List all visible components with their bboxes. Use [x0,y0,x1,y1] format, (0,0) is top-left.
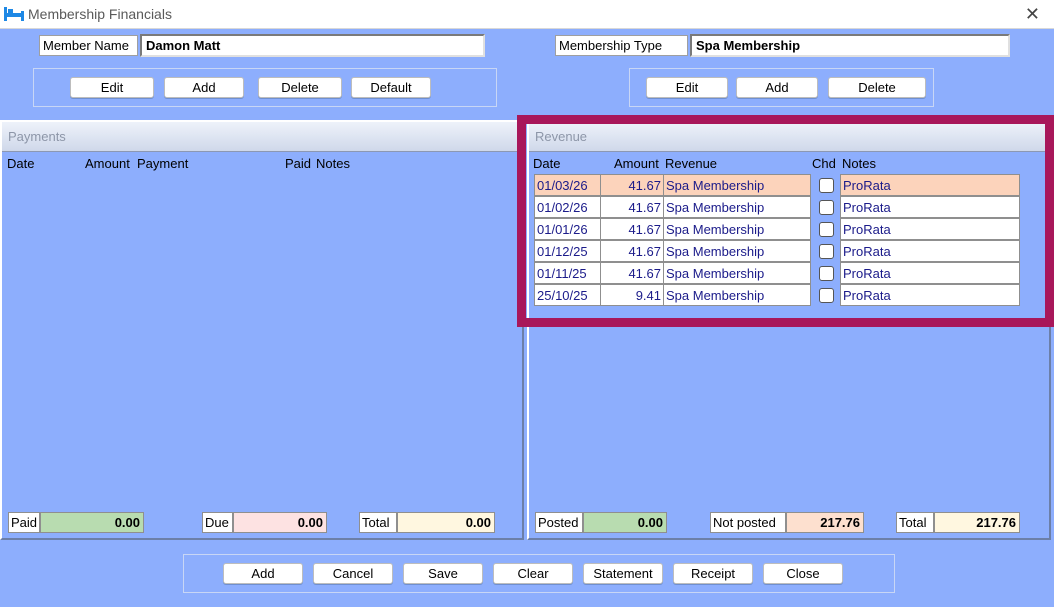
revenue-col-chd: Chd [812,156,836,171]
revenue-cell-chd[interactable] [812,262,840,284]
revenue-cell-revenue: Spa Membership [663,174,811,196]
revenue-cell-notes: ProRata [840,284,1020,306]
revenue-panel: Revenue Date Amount Revenue Chd Notes 01… [527,120,1051,540]
revenue-cell-notes: ProRata [840,240,1020,262]
revenue-cell-date: 01/02/26 [534,196,601,218]
revenue-col-revenue: Revenue [665,156,718,171]
revenue-cell-chd[interactable] [812,240,840,262]
chd-checkbox[interactable] [818,287,834,303]
type-edit-button[interactable]: Edit [646,77,728,98]
revenue-row[interactable]: 01/12/25 41.67 Spa Membership ProRata [534,240,1020,262]
payments-total-value: 0.00 [397,512,495,533]
revenue-cell-date: 01/03/26 [534,174,601,196]
membership-type-label: Membership Type [555,35,688,56]
not-posted-label: Not posted [710,512,786,533]
member-delete-button[interactable]: Delete [258,77,342,98]
footer-add-button[interactable]: Add [223,563,303,584]
window-title: Membership Financials [28,6,172,22]
revenue-cell-chd[interactable] [812,218,840,240]
revenue-cell-date: 25/10/25 [534,284,601,306]
revenue-cell-amount: 9.41 [600,284,664,306]
footer-save-button[interactable]: Save [403,563,483,584]
revenue-total-value: 217.76 [934,512,1020,533]
revenue-total-label: Total [896,512,934,533]
footer-receipt-button[interactable]: Receipt [673,563,753,584]
revenue-cell-amount: 41.67 [600,174,664,196]
revenue-cell-notes: ProRata [840,196,1020,218]
due-label: Due [202,512,233,533]
revenue-row[interactable]: 01/01/26 41.67 Spa Membership ProRata [534,218,1020,240]
membership-type-field[interactable]: Spa Membership [690,34,1010,57]
payments-col-notes: Notes [316,156,350,171]
revenue-cell-date: 01/12/25 [534,240,601,262]
payments-panel: Payments Date Amount Payment Paid Notes … [0,120,524,540]
revenue-cell-revenue: Spa Membership [663,196,811,218]
revenue-row[interactable]: 01/11/25 41.67 Spa Membership ProRata [534,262,1020,284]
revenue-cell-date: 01/01/26 [534,218,601,240]
member-name-field[interactable]: Damon Matt [140,34,485,57]
paid-value: 0.00 [40,512,144,533]
revenue-cell-revenue: Spa Membership [663,284,811,306]
revenue-cell-revenue: Spa Membership [663,240,811,262]
revenue-col-date: Date [533,156,561,171]
chd-checkbox[interactable] [818,265,834,281]
revenue-cell-amount: 41.67 [600,240,664,262]
chd-checkbox[interactable] [818,243,834,259]
member-default-button[interactable]: Default [351,77,431,98]
payments-col-amount: Amount [85,156,130,171]
type-delete-button[interactable]: Delete [828,77,926,98]
type-add-button[interactable]: Add [736,77,818,98]
revenue-cell-amount: 41.67 [600,196,664,218]
revenue-col-amount: Amount [614,156,659,171]
member-edit-button[interactable]: Edit [70,77,154,98]
revenue-title: Revenue [529,122,1049,152]
close-icon[interactable]: ✕ [1025,4,1040,25]
payments-title: Payments [2,122,522,152]
chd-checkbox[interactable] [818,199,834,215]
chd-checkbox[interactable] [818,221,834,237]
bed-icon [4,7,24,21]
posted-value: 0.00 [583,512,667,533]
revenue-cell-chd[interactable] [812,196,840,218]
posted-label: Posted [535,512,583,533]
payments-total-label: Total [359,512,397,533]
revenue-row[interactable]: 01/03/26 41.67 Spa Membership ProRata [534,174,1020,196]
revenue-cell-notes: ProRata [840,174,1020,196]
paid-label: Paid [8,512,40,533]
revenue-cell-chd[interactable] [812,174,840,196]
title-bar: Membership Financials ✕ [0,0,1054,29]
revenue-cell-date: 01/11/25 [534,262,601,284]
revenue-col-notes: Notes [842,156,876,171]
not-posted-value: 217.76 [786,512,864,533]
revenue-row[interactable]: 25/10/25 9.41 Spa Membership ProRata [534,284,1020,306]
member-name-label: Member Name [39,35,138,56]
chd-checkbox[interactable] [818,177,834,193]
footer-clear-button[interactable]: Clear [493,563,573,584]
footer-statement-button[interactable]: Statement [583,563,663,584]
revenue-cell-amount: 41.67 [600,218,664,240]
footer-cancel-button[interactable]: Cancel [313,563,393,584]
revenue-row[interactable]: 01/02/26 41.67 Spa Membership ProRata [534,196,1020,218]
due-value: 0.00 [233,512,327,533]
payments-col-date: Date [7,156,35,171]
revenue-cell-revenue: Spa Membership [663,262,811,284]
member-add-button[interactable]: Add [164,77,244,98]
revenue-cell-revenue: Spa Membership [663,218,811,240]
payments-col-payment: Payment [137,156,189,171]
payments-col-paid: Paid [285,156,312,171]
revenue-cell-notes: ProRata [840,218,1020,240]
revenue-cell-amount: 41.67 [600,262,664,284]
footer-close-button[interactable]: Close [763,563,843,584]
revenue-cell-notes: ProRata [840,262,1020,284]
revenue-cell-chd[interactable] [812,284,840,306]
